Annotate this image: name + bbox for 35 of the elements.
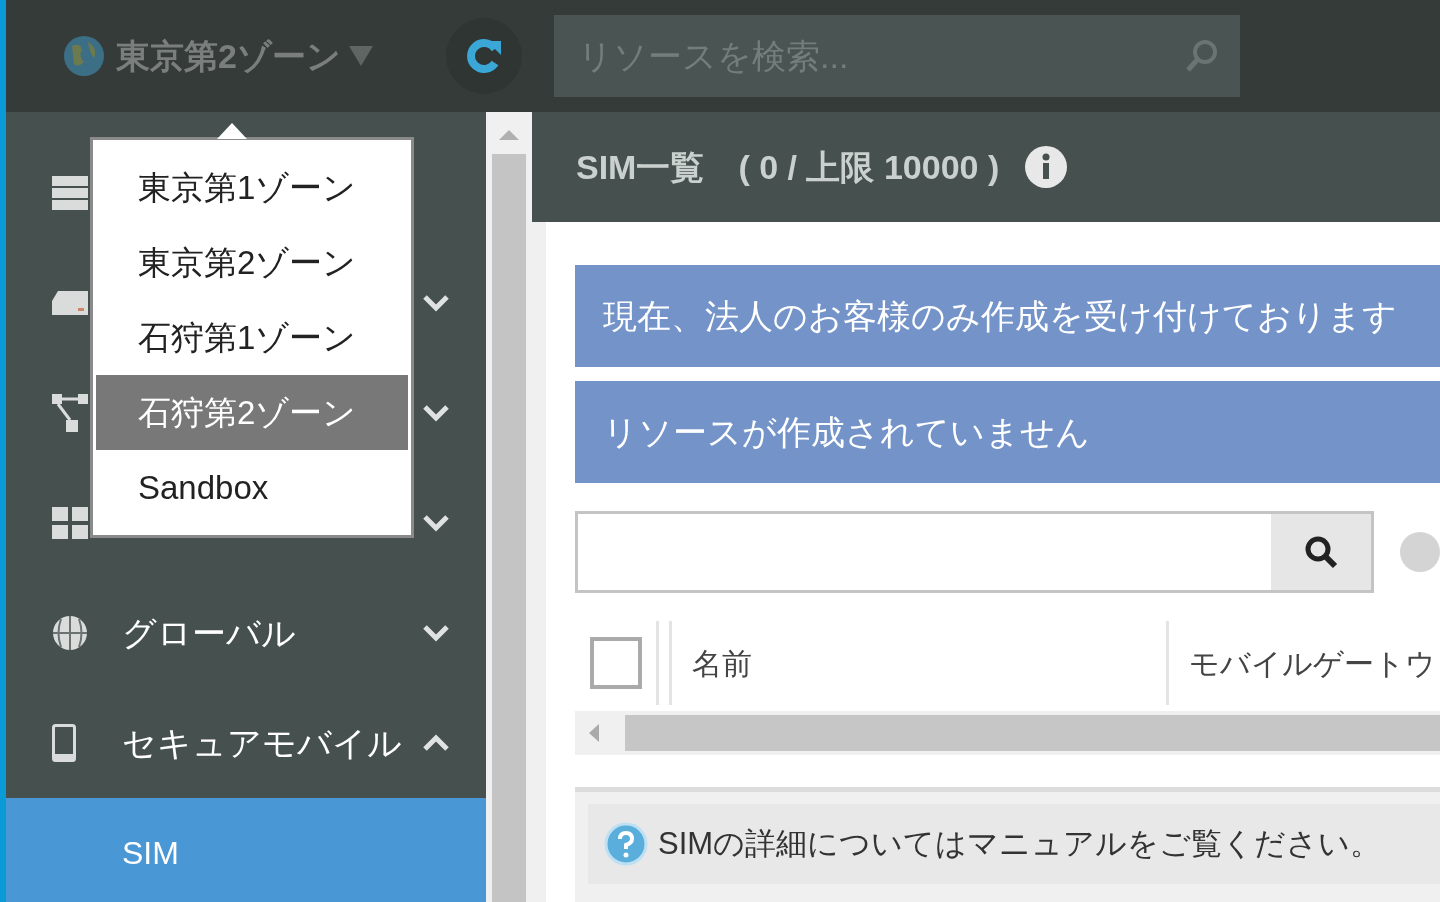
refresh-icon [465,37,503,75]
chevron-down-icon[interactable] [422,624,450,642]
chevron-up-icon[interactable] [422,734,450,752]
search-button[interactable] [1271,514,1371,590]
server-icon [52,176,88,210]
chevron-down-icon[interactable] [422,514,450,532]
chevron-down-icon[interactable] [422,404,450,422]
phone-icon [52,724,76,762]
select-all-checkbox[interactable] [589,637,642,689]
sidebar-label: セキュアモバイル [122,722,402,764]
zone-menu-item[interactable]: 石狩第1ゾーン [96,300,408,375]
horizontal-scrollbar[interactable] [575,711,1440,755]
network-nodes-icon [52,394,88,432]
zone-menu-item[interactable]: Sandbox [96,450,408,525]
filter-field[interactable] [575,511,1374,593]
page-title: SIM一覧 ( 0 / 上限 10000 ) [576,146,1000,188]
zone-menu-item[interactable]: 東京第1ゾーン [96,150,408,225]
zone-menu-item[interactable]: 石狩第2ゾーン [96,375,408,450]
alert-banner: リソースが作成されていません [575,381,1440,483]
column-header[interactable]: モバイルゲートウ [1189,640,1436,686]
search-icon [1184,38,1220,74]
globe-icon [52,615,88,651]
chevron-down-icon[interactable] [422,294,450,312]
column-header[interactable]: 名前 [692,640,752,686]
help-text: SIMの詳細についてはマニュアルをご覧ください。 [658,824,1382,863]
alert-banner: 現在、法人のお客様のみ作成を受け付けております [575,265,1440,367]
sidebar-label: グローバル [122,612,296,654]
vertical-scrollbar[interactable] [486,112,532,902]
caret-icon [348,46,373,66]
disk-drive-icon [52,291,88,315]
search-icon [1303,534,1339,570]
info-icon[interactable] [1025,146,1068,188]
globe-icon [64,36,104,76]
grid-icon [52,507,88,539]
zone-menu-item[interactable]: 東京第2ゾーン [96,225,408,300]
